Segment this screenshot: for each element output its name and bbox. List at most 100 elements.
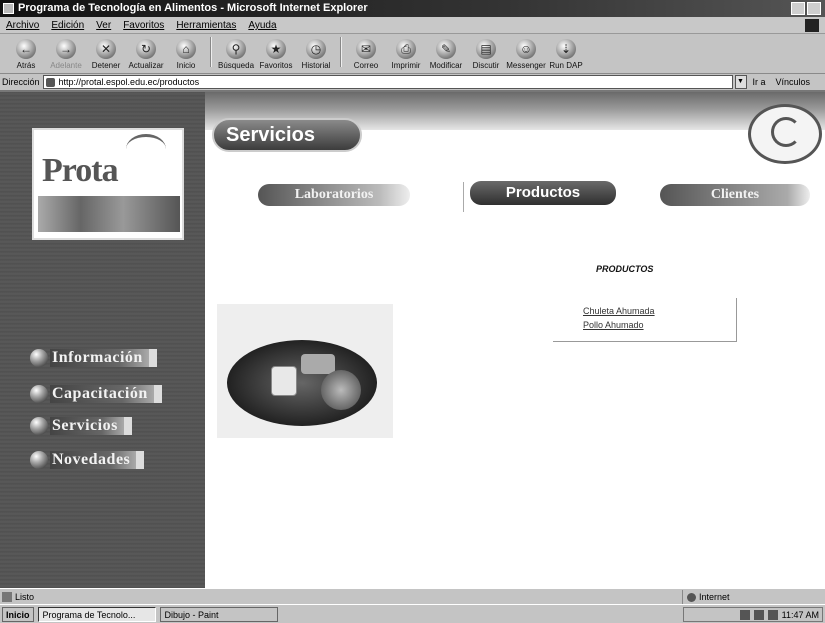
- menu-ayuda[interactable]: Ayuda: [248, 17, 276, 33]
- refresh-icon: ↻: [136, 39, 156, 59]
- messenger-icon: ☺: [516, 39, 536, 59]
- back-arrow-icon: ←: [16, 39, 36, 59]
- start-button[interactable]: Inicio: [2, 606, 34, 622]
- dap-icon: ⇣: [556, 39, 576, 59]
- address-input[interactable]: http://protal.espol.edu.ec/productos: [42, 75, 733, 89]
- divider: [463, 182, 464, 212]
- nav-label: Capacitación: [50, 385, 162, 403]
- minimize-button[interactable]: [791, 2, 805, 15]
- nav-servicios[interactable]: Servicios: [30, 416, 132, 436]
- nav-label: Información: [50, 349, 157, 367]
- clock[interactable]: 11:47 AM: [782, 610, 819, 620]
- logo-wordmark: Prota: [42, 152, 119, 189]
- window-title: Programa de Tecnología en Alimentos - Mi…: [18, 2, 368, 14]
- home-icon: ⌂: [176, 39, 196, 59]
- window-controls: [791, 2, 821, 15]
- back-button[interactable]: ← Atrás: [6, 39, 46, 70]
- task-paint[interactable]: Dibujo - Paint: [159, 606, 278, 622]
- productos-button[interactable]: Productos: [470, 181, 616, 205]
- menu-favoritos[interactable]: Favoritos: [123, 17, 164, 33]
- search-icon: ⚲: [226, 39, 246, 59]
- globe-icon: [687, 592, 696, 602]
- home-button[interactable]: ⌂ Inicio: [166, 39, 206, 70]
- page-done-icon: [2, 592, 12, 602]
- prota-logo[interactable]: Prota: [32, 128, 184, 240]
- menu-bar: Archivo Edición Ver Favoritos Herramient…: [0, 17, 825, 34]
- nav-bullet-icon: [30, 385, 48, 403]
- menu-herramientas[interactable]: Herramientas: [176, 17, 236, 33]
- discuss-icon: ▤: [476, 39, 496, 59]
- section-title: Servicios: [212, 118, 362, 152]
- photo-bowl: [301, 354, 335, 374]
- products-heading: PRODUCTOS: [596, 264, 654, 274]
- mail-button[interactable]: ✉ Correo: [346, 39, 386, 70]
- toolbar-separator: [210, 37, 212, 67]
- product-link-chuleta[interactable]: Chuleta Ahumada: [583, 306, 655, 316]
- favorites-icon: ★: [266, 39, 286, 59]
- go-button[interactable]: Ir a: [753, 77, 766, 87]
- logo-wave-graphic: [126, 134, 166, 164]
- history-button[interactable]: ◷ Historial: [296, 39, 336, 70]
- mail-icon: ✉: [356, 39, 376, 59]
- status-text: Listo: [15, 592, 35, 602]
- tray-icon[interactable]: [739, 609, 750, 620]
- menu-edicion[interactable]: Edición: [51, 17, 84, 33]
- nav-informacion[interactable]: Información: [30, 348, 157, 368]
- menu-archivo[interactable]: Archivo: [6, 17, 39, 33]
- links-button[interactable]: Vínculos: [776, 77, 811, 87]
- taskbar: Inicio Programa de Tecnolo... Dibujo - P…: [0, 604, 825, 623]
- window-titlebar[interactable]: Programa de Tecnología en Alimentos - Mi…: [0, 0, 825, 17]
- clientes-button[interactable]: Clientes: [660, 184, 810, 206]
- edit-icon: ✎: [436, 39, 456, 59]
- nav-label: Servicios: [50, 417, 132, 435]
- swirl-emblem-icon: [748, 104, 822, 164]
- nav-label: Novedades: [50, 451, 145, 469]
- windows-logo-icon: [805, 19, 819, 32]
- logo-stripe-graphic: [38, 196, 180, 232]
- forward-button[interactable]: → Adelante: [46, 39, 86, 70]
- swirl-inner: [771, 117, 801, 147]
- toolbar-separator: [340, 37, 342, 67]
- laboratorios-button[interactable]: Laboratorios: [258, 184, 410, 206]
- standard-toolbar: ← Atrás → Adelante ✕ Detener ↻ Actualizar ⌂ I…: [0, 34, 825, 74]
- menu-ver[interactable]: Ver: [96, 17, 111, 33]
- print-icon: ⎙: [396, 39, 416, 59]
- edit-button[interactable]: ✎ Modificar: [426, 39, 466, 70]
- stop-icon: ✕: [96, 39, 116, 59]
- zone-label: Internet: [699, 592, 730, 602]
- maximize-button[interactable]: [807, 2, 821, 15]
- forward-arrow-icon: →: [56, 39, 76, 59]
- print-button[interactable]: ⎙ Imprimir: [386, 39, 426, 70]
- system-tray: 11:47 AM: [683, 607, 823, 622]
- discuss-button[interactable]: ▤ Discutir: [466, 39, 506, 70]
- tray-icon[interactable]: [753, 609, 764, 620]
- stop-button[interactable]: ✕ Detener: [86, 39, 126, 70]
- address-url: http://protal.espol.edu.ec/productos: [58, 77, 200, 87]
- page-icon: [45, 77, 55, 87]
- nav-novedades[interactable]: Novedades: [30, 450, 145, 470]
- page-viewport: Prota Servicios Laboratorios Productos C…: [0, 92, 825, 588]
- task-ie-window[interactable]: Programa de Tecnolo...: [37, 606, 156, 622]
- product-list: Chuleta Ahumada Pollo Ahumado: [553, 298, 737, 342]
- security-zone: Internet: [682, 590, 822, 604]
- address-bar: Dirección http://protal.espol.edu.ec/pro…: [0, 74, 825, 92]
- tray-icon[interactable]: [767, 609, 778, 620]
- food-photo: [217, 304, 393, 438]
- nav-bullet-icon: [30, 417, 48, 435]
- product-link-pollo[interactable]: Pollo Ahumado: [583, 320, 644, 330]
- status-bar: Listo Internet: [0, 588, 825, 604]
- run-dap-button[interactable]: ⇣ Run DAP: [546, 39, 586, 70]
- nav-bullet-icon: [30, 451, 48, 469]
- nav-capacitacion[interactable]: Capacitación: [30, 384, 162, 404]
- messenger-button[interactable]: ☺ Messenger: [506, 39, 546, 70]
- nav-bullet-icon: [30, 349, 48, 367]
- address-dropdown-icon[interactable]: ▼: [734, 75, 747, 89]
- photo-herbs: [321, 370, 361, 410]
- search-button[interactable]: ⚲ Búsqueda: [216, 39, 256, 70]
- favorites-button[interactable]: ★ Favoritos: [256, 39, 296, 70]
- history-icon: ◷: [306, 39, 326, 59]
- address-label: Dirección: [2, 77, 40, 87]
- ie-app-icon: [3, 3, 14, 14]
- photo-jar: [271, 366, 297, 396]
- refresh-button[interactable]: ↻ Actualizar: [126, 39, 166, 70]
